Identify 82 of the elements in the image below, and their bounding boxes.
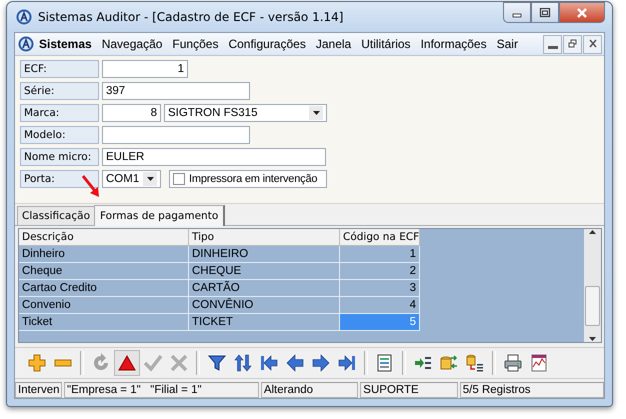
field-label: Série: <box>20 82 99 100</box>
table-cell: CONVÊNIO <box>189 297 340 314</box>
pointer-arrow-drawing <box>81 174 101 199</box>
number-field[interactable]: 1 <box>102 60 188 78</box>
table-cell: CARTÃO <box>189 280 340 297</box>
scroll-down-icon <box>588 336 597 342</box>
left-arrow-icon <box>285 353 305 373</box>
dropdown[interactable]: COM1 <box>102 170 161 188</box>
child-minimize-icon <box>548 46 558 49</box>
scrollbar[interactable] <box>584 229 601 342</box>
app-logo-icon <box>16 9 32 25</box>
sort-icon <box>233 353 253 373</box>
right-arrow-icon <box>311 353 331 373</box>
database-list-icon <box>465 353 485 373</box>
maximize-button[interactable] <box>531 2 559 23</box>
table-cell: TICKET <box>189 314 340 331</box>
cross-icon <box>169 353 189 373</box>
maximize-icon <box>539 8 551 18</box>
status-panel: Alterando <box>260 382 358 398</box>
table-cell: CHEQUE <box>189 263 340 280</box>
filter-icon <box>207 353 227 373</box>
column-header[interactable]: Descrição <box>19 229 189 246</box>
plus-icon <box>27 353 47 373</box>
refresh-icon <box>91 353 111 373</box>
status-panel: "Empresa = 1" "Filial = 1" <box>64 382 259 398</box>
text-field[interactable]: 397 <box>102 82 250 100</box>
first-record-icon <box>259 353 279 373</box>
menu-item[interactable]: Utilitários <box>356 35 416 53</box>
menu-item[interactable]: Sistemas <box>34 35 97 53</box>
warning-triangle-icon <box>117 353 137 373</box>
chart-icon <box>529 353 549 373</box>
table-cell: Ticket <box>19 314 189 331</box>
menu-item[interactable]: Sair <box>492 35 523 53</box>
toolbar-button[interactable] <box>114 350 140 376</box>
column-header[interactable]: Código na ECF <box>340 229 420 246</box>
scroll-up-icon <box>588 229 597 235</box>
child-restore-button[interactable] <box>563 34 582 54</box>
number-field[interactable]: 8 <box>102 104 161 122</box>
table-cell: Cartao Credito <box>19 280 189 297</box>
child-minimize-button[interactable] <box>543 34 562 54</box>
column-header[interactable]: Tipo <box>189 229 340 246</box>
table-cell: Cheque <box>19 263 189 280</box>
status-panel: 5/5 Registros <box>460 382 604 398</box>
dropdown[interactable]: SIGTRON FS315 <box>164 104 327 122</box>
table-cell: 1 <box>340 246 420 263</box>
minimize-button[interactable] <box>503 2 531 23</box>
status-panel: Interven <box>15 382 62 398</box>
menu-item[interactable]: Informações <box>416 35 492 53</box>
caret-icon <box>312 110 320 116</box>
table-cell: 5 <box>340 314 420 331</box>
tab[interactable]: Formas de pagamento <box>94 205 226 226</box>
caret-icon <box>146 176 155 182</box>
table-cell: DINHEIRO <box>189 246 340 263</box>
tab[interactable]: Classificação <box>17 206 95 225</box>
table-cell: 2 <box>340 263 420 280</box>
menu-item[interactable]: Configurações <box>223 35 311 53</box>
close-button[interactable] <box>559 2 605 23</box>
close-icon <box>576 8 588 18</box>
window-title: Sistemas Auditor - [Cadastro de ECF - versão 1.14] <box>38 10 344 24</box>
printer-icon <box>503 353 523 373</box>
field-label: Porta: <box>20 170 99 188</box>
text-field[interactable]: EULER <box>102 148 326 166</box>
field-label: Nome micro: <box>20 148 99 166</box>
app-logo-icon <box>18 36 34 52</box>
last-record-icon <box>337 353 357 373</box>
check-icon <box>143 353 163 373</box>
field-label: Marca: <box>20 104 99 122</box>
child-close-icon <box>588 39 598 49</box>
menu-item[interactable]: Janela <box>310 35 356 53</box>
field-label: ECF: <box>20 60 99 78</box>
table-cell: Dinheiro <box>19 246 189 263</box>
child-restore-icon <box>568 39 578 49</box>
status-panel: SUPORTE <box>360 382 458 398</box>
menu-item[interactable]: Navegação <box>96 35 168 53</box>
checkbox-label[interactable]: Impressora em intervenção <box>189 173 318 185</box>
table-cell: Convenio <box>19 297 189 314</box>
table-cell: 3 <box>340 280 420 297</box>
field-label: Modelo: <box>20 126 99 144</box>
checkbox[interactable] <box>173 173 185 185</box>
text-field[interactable] <box>102 126 250 144</box>
child-close-button[interactable] <box>583 34 602 54</box>
menu-item[interactable]: Funções <box>167 35 224 53</box>
